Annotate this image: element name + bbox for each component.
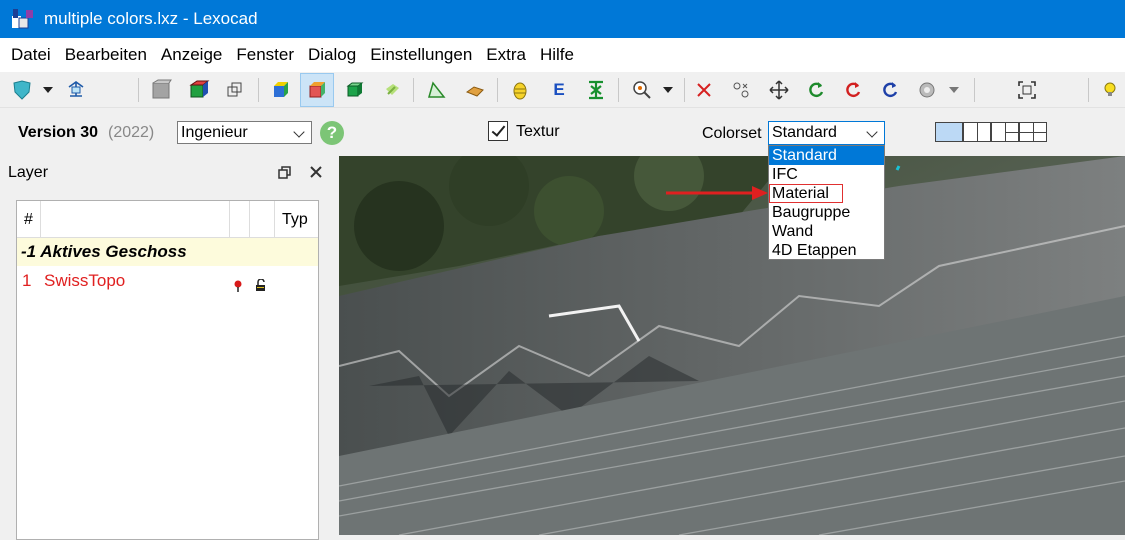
zoom-dropdown-arrow-icon[interactable] bbox=[656, 75, 680, 105]
rotate-red-icon[interactable] bbox=[839, 75, 867, 105]
layout-quad-icon[interactable] bbox=[1019, 122, 1047, 142]
move-icon[interactable] bbox=[765, 75, 793, 105]
mode-select[interactable]: Ingenieur bbox=[177, 121, 312, 144]
colorset-option-4d-etappen[interactable]: 4D Etappen bbox=[769, 241, 884, 260]
lightbulb-icon[interactable] bbox=[1096, 75, 1124, 105]
color-cube-icon[interactable] bbox=[300, 73, 334, 107]
main-toolbar: E bbox=[0, 72, 1125, 108]
version-year: (2022) bbox=[108, 124, 155, 141]
colorset-dropdown-list: Standard IFC Material Baugruppe Wand 4D … bbox=[768, 145, 885, 260]
view-dropdown-arrow-icon[interactable] bbox=[36, 75, 60, 105]
triangle-measure-icon[interactable] bbox=[422, 75, 450, 105]
colorset-option-wand[interactable]: Wand bbox=[769, 222, 884, 241]
annotation-arrow-icon bbox=[666, 186, 768, 200]
colorset-option-material[interactable]: Material bbox=[769, 184, 843, 203]
viewport-layout-buttons bbox=[935, 122, 1047, 142]
table-row[interactable]: 1 SwissTopo bbox=[17, 266, 318, 296]
window-title: multiple colors.lxz - Lexocad bbox=[44, 9, 258, 28]
model-space-icon[interactable] bbox=[62, 75, 90, 105]
column-header-num[interactable]: # bbox=[17, 201, 41, 238]
visibility-pin-icon[interactable] bbox=[232, 273, 244, 303]
rotate-blue-icon[interactable] bbox=[876, 75, 904, 105]
layout-three-icon[interactable] bbox=[991, 122, 1019, 142]
column-header-lock[interactable] bbox=[250, 201, 275, 238]
menu-hilfe[interactable]: Hilfe bbox=[533, 45, 581, 65]
version-label: Version 30 bbox=[18, 124, 99, 141]
section-icon[interactable] bbox=[582, 75, 610, 105]
colored-box-icon[interactable] bbox=[185, 75, 213, 105]
terrain-image bbox=[339, 156, 1125, 535]
elevation-e-icon[interactable]: E bbox=[545, 75, 573, 105]
delete-x-icon[interactable] bbox=[690, 75, 718, 105]
lexocad-app-icon bbox=[10, 6, 36, 32]
help-icon[interactable]: ? bbox=[320, 121, 344, 145]
column-header-visible[interactable] bbox=[230, 201, 250, 238]
unlocked-icon[interactable] bbox=[254, 273, 268, 303]
close-icon[interactable] bbox=[309, 165, 323, 183]
colorset-option-ifc[interactable]: IFC bbox=[769, 165, 884, 184]
gray-cube-icon[interactable] bbox=[147, 75, 175, 105]
rotate-gray-icon[interactable] bbox=[913, 75, 941, 105]
shaded-cube-icon[interactable] bbox=[266, 75, 294, 105]
layer-table: # Typ -1 Aktives Geschoss 1 SwissTopo bbox=[16, 200, 319, 540]
column-header-type[interactable]: Typ bbox=[275, 201, 320, 238]
chevron-down-icon bbox=[866, 126, 878, 138]
layout-single-icon[interactable] bbox=[935, 122, 963, 142]
restore-window-icon[interactable] bbox=[278, 166, 292, 184]
texture-label: Textur bbox=[516, 123, 560, 140]
layer-number: 1 bbox=[22, 271, 32, 290]
terrain-icon[interactable] bbox=[461, 75, 489, 105]
mode-select-value: Ingenieur bbox=[181, 123, 248, 141]
texture-checkbox[interactable] bbox=[488, 121, 508, 141]
menu-fenster[interactable]: Fenster bbox=[229, 45, 301, 65]
column-header-name[interactable] bbox=[41, 201, 230, 238]
layer-table-header: # Typ bbox=[17, 201, 318, 238]
menu-bar: Datei Bearbeiten Anzeige Fenster Dialog … bbox=[0, 38, 1125, 72]
menu-dialog[interactable]: Dialog bbox=[301, 45, 363, 65]
3d-viewport[interactable] bbox=[339, 156, 1125, 535]
colorset-option-baugruppe[interactable]: Baugruppe bbox=[769, 203, 884, 222]
colorset-select[interactable]: Standard bbox=[768, 121, 885, 145]
rotate-dropdown-arrow-icon[interactable] bbox=[942, 75, 966, 105]
layout-split-vertical-icon[interactable] bbox=[963, 122, 991, 142]
wireframe-cube-icon[interactable] bbox=[221, 75, 249, 105]
zoom-icon[interactable] bbox=[628, 75, 656, 105]
layer-panel-title: Layer bbox=[8, 164, 49, 181]
points-icon[interactable] bbox=[727, 75, 755, 105]
fit-to-screen-icon[interactable] bbox=[1013, 75, 1041, 105]
menu-anzeige[interactable]: Anzeige bbox=[154, 45, 229, 65]
rotate-green-icon[interactable] bbox=[802, 75, 830, 105]
colorset-label: Colorset bbox=[702, 125, 762, 142]
colorset-option-standard[interactable]: Standard bbox=[769, 146, 884, 165]
chevron-down-icon bbox=[293, 126, 305, 138]
menu-datei[interactable]: Datei bbox=[4, 45, 58, 65]
shield-view-icon[interactable] bbox=[8, 75, 36, 105]
menu-bearbeiten[interactable]: Bearbeiten bbox=[58, 45, 154, 65]
transparent-cube-icon[interactable] bbox=[378, 75, 406, 105]
active-floor-row[interactable]: -1 Aktives Geschoss bbox=[17, 238, 318, 266]
menu-einstellungen[interactable]: Einstellungen bbox=[363, 45, 479, 65]
options-bar: Version 30 (2022) Ingenieur ? Textur Col… bbox=[0, 108, 1125, 156]
layer-panel: Layer # Typ -1 Aktives Geschoss 1 SwissT… bbox=[0, 156, 334, 540]
layer-name: SwissTopo bbox=[44, 271, 126, 290]
title-bar: multiple colors.lxz - Lexocad bbox=[0, 0, 1125, 38]
egg-icon[interactable] bbox=[506, 75, 534, 105]
green-cube-icon[interactable] bbox=[341, 75, 369, 105]
menu-extra[interactable]: Extra bbox=[479, 45, 533, 65]
colorset-select-value: Standard bbox=[772, 124, 837, 141]
